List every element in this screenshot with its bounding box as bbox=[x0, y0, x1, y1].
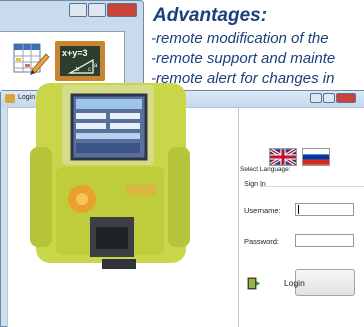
login-close-button[interactable] bbox=[336, 93, 356, 103]
triangle-label-a: a bbox=[94, 63, 98, 69]
advantages-title: Advantages: bbox=[153, 5, 268, 26]
username-field[interactable] bbox=[295, 203, 354, 216]
table-pencil-icon bbox=[13, 43, 50, 75]
window-controls bbox=[68, 3, 137, 17]
login-button-label: Login bbox=[284, 278, 305, 288]
username-label: Username: bbox=[244, 206, 281, 215]
maximize-button[interactable] bbox=[88, 3, 106, 17]
text-caret bbox=[298, 205, 299, 214]
close-button[interactable] bbox=[107, 3, 137, 17]
login-minimize-button[interactable] bbox=[310, 93, 322, 103]
password-label: Password: bbox=[244, 237, 280, 246]
russia-flag-icon[interactable] bbox=[302, 148, 330, 166]
login-maximize-button[interactable] bbox=[323, 93, 335, 103]
minimize-button[interactable] bbox=[69, 3, 87, 17]
select-language-label: Select Language: bbox=[240, 166, 291, 173]
password-field[interactable] bbox=[295, 234, 354, 247]
door-exit-icon bbox=[247, 277, 260, 290]
triangle-label-c: c bbox=[88, 67, 91, 73]
sign-in-separator bbox=[260, 186, 364, 187]
login-window-controls bbox=[309, 93, 356, 103]
advantage-line-1: -remote modification of the bbox=[151, 30, 329, 47]
app-icon bbox=[5, 94, 15, 103]
analyzer-device-image bbox=[30, 83, 190, 269]
chalkboard-formula-icon: x+y=3 a b c bbox=[55, 41, 105, 81]
advantage-line-2: -remote support and mainte bbox=[151, 50, 336, 67]
panel-divider bbox=[238, 108, 239, 327]
formula-text: x+y=3 bbox=[62, 48, 88, 58]
uk-flag-icon[interactable] bbox=[269, 148, 297, 166]
